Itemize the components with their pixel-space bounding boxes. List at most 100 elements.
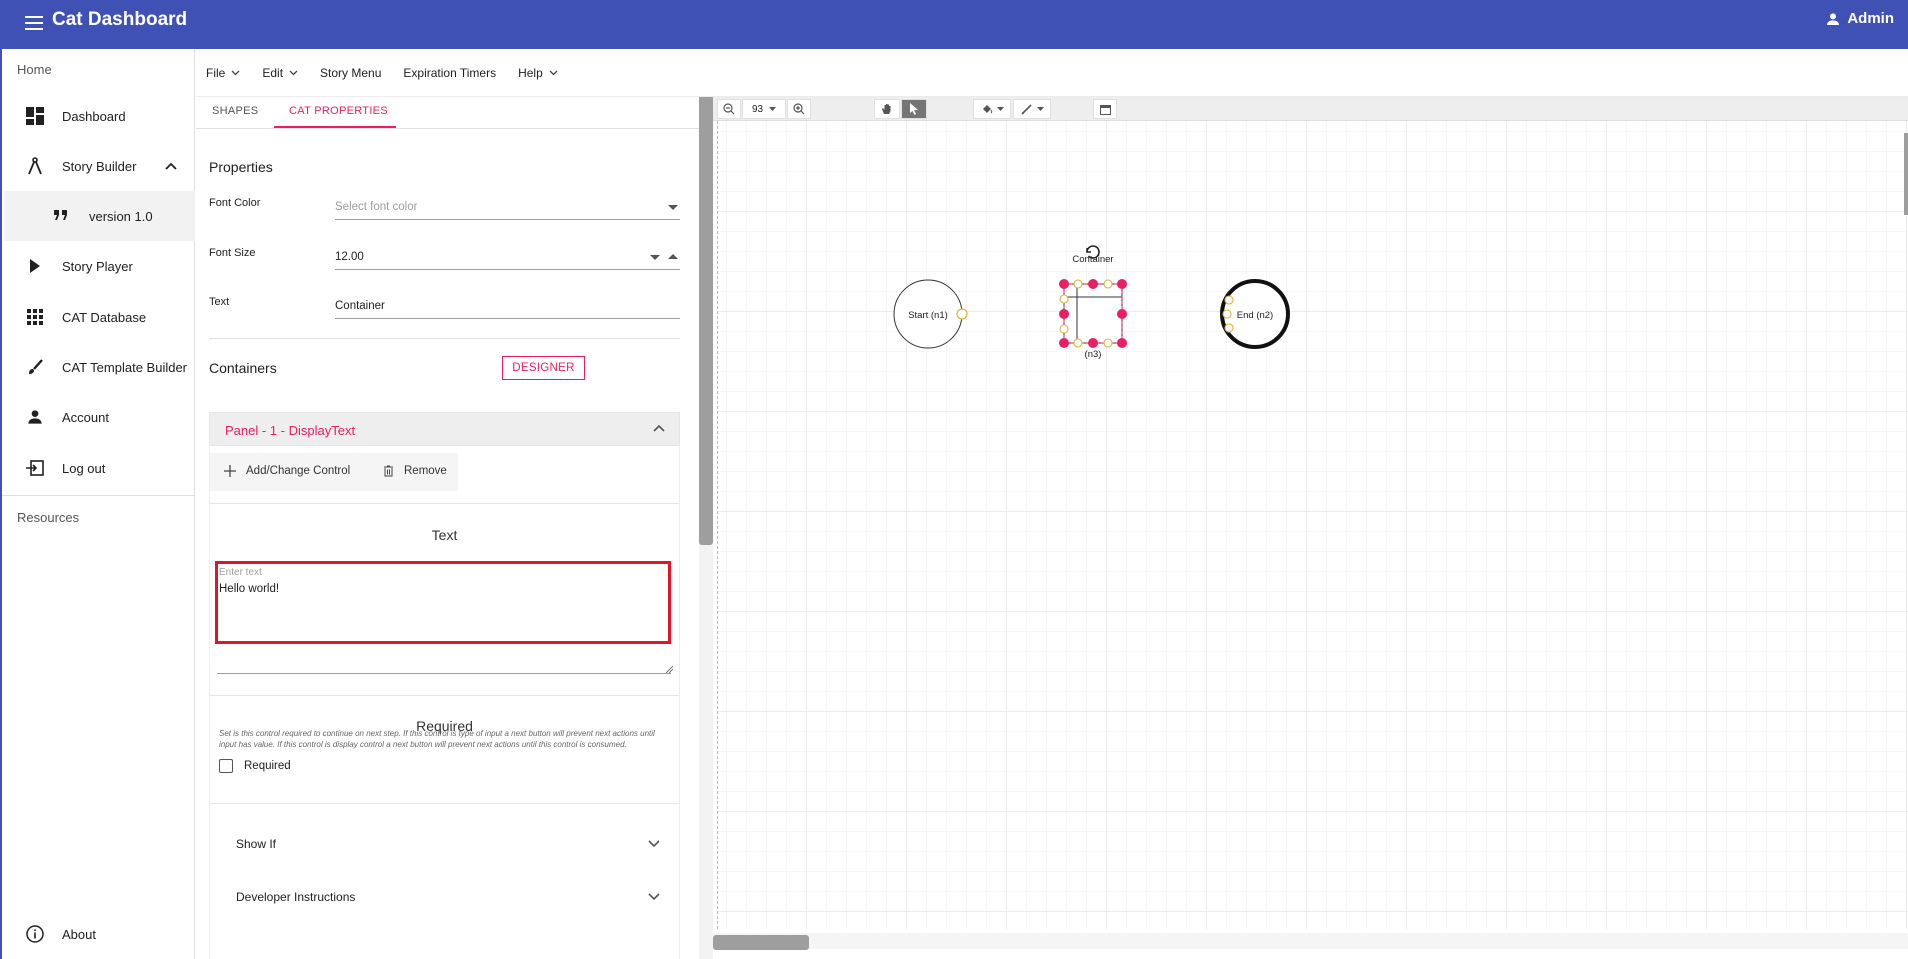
end-node[interactable]: End (n2) xyxy=(1220,279,1290,349)
add-change-control-button[interactable]: Add/Change Control xyxy=(224,457,350,485)
grid-icon xyxy=(24,306,46,328)
connection-port[interactable] xyxy=(956,308,968,320)
dashboard-icon xyxy=(24,105,46,127)
user-menu-button[interactable]: Admin xyxy=(1825,10,1894,27)
diagram-area: 93 Start (n1) Container (n3) End (n2) xyxy=(713,97,1908,959)
zoom-select[interactable]: 93 xyxy=(742,99,786,119)
required-checkbox[interactable] xyxy=(219,759,233,773)
textarea-value: Hello world! xyxy=(219,583,280,595)
designer-button[interactable]: DESIGNER xyxy=(502,356,585,380)
person-icon xyxy=(24,406,46,428)
start-node-label: Start (n1) xyxy=(908,310,948,321)
diagram-canvas[interactable]: Start (n1) Container (n3) End (n2) xyxy=(718,121,1908,929)
zoom-in-button[interactable] xyxy=(787,99,811,119)
sidebar-item-label: Story Builder xyxy=(62,158,137,174)
tab-shapes[interactable]: SHAPES xyxy=(212,105,258,117)
required-help-text: Set is this control required to continue… xyxy=(219,729,655,749)
divider xyxy=(210,503,679,504)
required-checkbox-label: Required xyxy=(244,760,291,772)
developer-instructions-label: Developer Instructions xyxy=(236,890,356,904)
vertical-scrollbar-thumb[interactable] xyxy=(699,97,713,545)
sidebar-item-dashboard[interactable]: Dashboard xyxy=(4,91,195,141)
font-size-input[interactable]: 12.00 xyxy=(335,246,680,270)
textarea-placeholder: Enter text xyxy=(219,567,262,578)
menu-story-menu[interactable]: Story Menu xyxy=(320,66,381,80)
start-node[interactable]: Start (n1) xyxy=(893,279,968,349)
sidebar-item-logout[interactable]: Log out xyxy=(4,443,195,493)
app-header: Cat Dashboard Admin xyxy=(0,0,1908,49)
user-name: Admin xyxy=(1847,10,1894,27)
sidebar-item-label: Log out xyxy=(62,460,106,476)
line-style-button[interactable] xyxy=(1013,99,1051,119)
vertical-scrollbar-thumb[interactable] xyxy=(1904,133,1908,215)
hamburger-menu-icon[interactable] xyxy=(22,12,46,36)
cursor-icon xyxy=(910,103,918,115)
sidebar: Home Dashboard Story Builder version 1.0… xyxy=(0,49,195,959)
fill-color-button[interactable] xyxy=(973,99,1011,119)
font-color-label: Font Color xyxy=(209,197,261,209)
sidebar-divider xyxy=(2,495,195,496)
divider xyxy=(210,803,679,804)
menu-help[interactable]: Help xyxy=(518,66,558,80)
menu-expiration-timers[interactable]: Expiration Timers xyxy=(403,66,496,80)
container-node[interactable]: Container (n3) xyxy=(1059,245,1127,360)
menu-label: Help xyxy=(518,65,543,80)
show-if-expander[interactable]: Show If xyxy=(236,832,680,856)
diagram-svg: Start (n1) Container (n3) End (n2) xyxy=(893,245,1290,360)
pen-icon xyxy=(1020,104,1032,115)
sidebar-item-label: About xyxy=(62,926,96,942)
panel-splitter[interactable]: ⋮ xyxy=(699,97,720,959)
sidebar-item-story-player[interactable]: Story Player xyxy=(4,241,195,291)
menu-file[interactable]: File xyxy=(206,66,240,80)
chevron-up-icon xyxy=(165,162,177,170)
developer-instructions-expander[interactable]: Developer Instructions xyxy=(236,885,680,909)
horizontal-scrollbar-thumb[interactable] xyxy=(713,935,809,950)
app-title: Cat Dashboard xyxy=(52,9,188,30)
pan-tool-button[interactable] xyxy=(874,99,900,119)
quote-icon xyxy=(50,205,72,227)
chevron-down-icon xyxy=(289,70,298,75)
sidebar-item-label: Dashboard xyxy=(62,108,126,124)
accordion-title: Panel - 1 - DisplayText xyxy=(225,423,356,438)
zoom-value: 93 xyxy=(751,103,764,115)
sidebar-resources-label[interactable]: Resources xyxy=(17,510,79,525)
font-size-value: 12.00 xyxy=(335,251,364,263)
zoom-out-icon xyxy=(723,103,735,115)
pointer-tool-button[interactable] xyxy=(901,99,927,119)
resize-handle-icon[interactable] xyxy=(665,665,673,673)
sidebar-item-cat-template-builder[interactable]: CAT Template Builder xyxy=(4,342,195,392)
person-icon xyxy=(1827,12,1840,25)
info-icon xyxy=(24,923,46,945)
paint-bucket-icon xyxy=(982,105,992,114)
font-size-label: Font Size xyxy=(209,247,256,259)
decrement-arrow-icon[interactable] xyxy=(650,255,660,260)
sidebar-item-version[interactable]: version 1.0 xyxy=(4,191,195,241)
sidebar-item-about[interactable]: About xyxy=(4,909,195,959)
font-color-select[interactable]: Select font color xyxy=(335,196,680,220)
menu-edit[interactable]: Edit xyxy=(262,66,298,80)
sidebar-item-label: Account xyxy=(62,409,109,425)
menu-label: Story Menu xyxy=(320,65,382,80)
tab-cat-properties[interactable]: CAT PROPERTIES xyxy=(289,105,388,117)
sidebar-item-account[interactable]: Account xyxy=(4,392,195,442)
calendar-button[interactable] xyxy=(1093,99,1117,119)
containers-title: Containers xyxy=(209,360,277,376)
menu-label: Expiration Timers xyxy=(403,65,497,80)
highlight-box xyxy=(215,561,671,644)
chevron-up-icon xyxy=(653,424,665,432)
text-input[interactable]: Container xyxy=(335,295,680,319)
sidebar-home-label[interactable]: Home xyxy=(17,62,52,77)
text-value: Container xyxy=(335,300,385,312)
zoom-out-button[interactable] xyxy=(717,99,741,119)
sidebar-item-story-builder[interactable]: Story Builder xyxy=(4,141,195,191)
compass-icon xyxy=(24,155,46,177)
sidebar-item-cat-database[interactable]: CAT Database xyxy=(4,292,195,342)
panel-accordion-header[interactable]: Panel - 1 - DisplayText xyxy=(209,412,680,446)
diagram-toolbar: 93 xyxy=(713,97,1908,121)
hand-icon xyxy=(882,104,891,114)
horizontal-scrollbar[interactable] xyxy=(713,933,1908,950)
remove-control-button[interactable]: Remove xyxy=(383,457,447,485)
chevron-down-icon xyxy=(549,70,558,75)
plus-icon xyxy=(224,465,236,477)
increment-arrow-icon[interactable] xyxy=(668,254,678,259)
